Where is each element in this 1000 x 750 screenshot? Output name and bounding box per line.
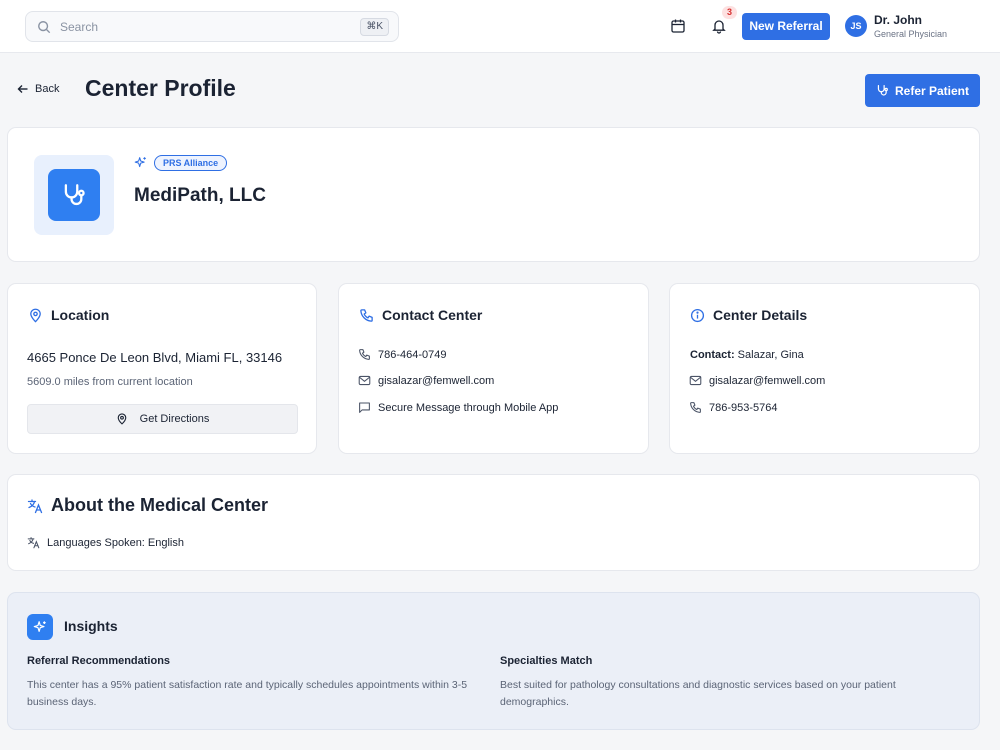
secure-message-text: Secure Message through Mobile App bbox=[378, 401, 559, 414]
about-title: About the Medical Center bbox=[51, 495, 269, 515]
secure-message-row[interactable]: Secure Message through Mobile App bbox=[358, 401, 558, 414]
calendar-icon[interactable] bbox=[670, 18, 686, 34]
mail-icon bbox=[358, 375, 371, 386]
map-pin-icon bbox=[117, 413, 126, 425]
search-icon bbox=[38, 21, 51, 34]
referral-recommendations-title: Referral Recommendations bbox=[27, 655, 171, 667]
search-placeholder: Search bbox=[60, 20, 99, 34]
avatar[interactable]: JS bbox=[845, 15, 867, 37]
specialties-match-text: Best suited for pathology consultations … bbox=[500, 679, 896, 708]
profile-card: PRS Alliance MediPath, LLC bbox=[7, 127, 980, 262]
details-email-row[interactable]: gisalazar@femwell.com bbox=[689, 374, 825, 387]
arrow-left-icon bbox=[17, 85, 28, 93]
get-directions-button[interactable]: Get Directions bbox=[27, 404, 298, 434]
insights-title: Insights bbox=[64, 618, 118, 634]
alliance-badge: PRS Alliance bbox=[154, 155, 228, 171]
back-button[interactable]: Back bbox=[17, 83, 59, 95]
refer-patient-label: Refer Patient bbox=[894, 83, 970, 98]
contact-heading: Contact Center bbox=[359, 307, 482, 323]
sparkles-icon bbox=[134, 157, 146, 168]
phone-icon bbox=[690, 402, 701, 413]
insights-badge bbox=[27, 614, 53, 640]
contact-card: Contact Center 786-464-0749 gisalazar@fe… bbox=[338, 283, 649, 454]
new-referral-button[interactable]: New Referral bbox=[742, 13, 830, 40]
info-icon bbox=[690, 308, 705, 322]
location-title: Location bbox=[51, 307, 110, 323]
bell-icon[interactable] bbox=[711, 18, 727, 34]
top-bar: Search ⌘K 3 New Referral JS Dr. John Gen… bbox=[0, 0, 1000, 53]
phone-icon bbox=[359, 349, 370, 360]
user-name: Dr. John bbox=[874, 13, 923, 27]
languages-text: Languages Spoken: English bbox=[47, 536, 184, 549]
stethoscope-icon bbox=[877, 85, 888, 96]
map-pin-icon bbox=[30, 308, 41, 322]
languages-icon bbox=[27, 537, 40, 549]
sparkles-icon bbox=[33, 621, 46, 632]
phone-icon bbox=[360, 308, 373, 322]
center-logo-badge bbox=[48, 169, 100, 221]
contact-label: Contact: bbox=[690, 349, 735, 361]
details-title: Center Details bbox=[713, 307, 808, 323]
contact-title: Contact Center bbox=[382, 307, 483, 323]
mail-icon bbox=[689, 375, 702, 386]
distance-text: 5609.0 miles from current location bbox=[27, 376, 193, 388]
about-heading: About the Medical Center bbox=[27, 495, 268, 516]
get-directions-label: Get Directions bbox=[139, 413, 210, 425]
center-logo bbox=[34, 155, 114, 235]
contact-email: gisalazar@femwell.com bbox=[378, 374, 495, 387]
referral-recommendations-text: This center has a 95% patient satisfacti… bbox=[27, 679, 468, 708]
about-card: About the Medical Center Languages Spoke… bbox=[7, 474, 980, 571]
stethoscope-icon bbox=[64, 184, 85, 206]
contact-person-name: Salazar, Gina bbox=[737, 349, 804, 361]
page-title: Center Profile bbox=[85, 75, 236, 101]
details-phone: 786-953-5764 bbox=[709, 401, 778, 414]
details-email: gisalazar@femwell.com bbox=[709, 374, 826, 387]
user-role: General Physician bbox=[874, 29, 948, 39]
insights-panel: Insights Referral Recommendations This c… bbox=[7, 592, 980, 730]
contact-person: Contact: Salazar, Gina bbox=[690, 349, 804, 361]
location-heading: Location bbox=[28, 307, 109, 323]
message-icon bbox=[359, 402, 370, 413]
center-details-card: Center Details Contact: Salazar, Gina gi… bbox=[669, 283, 980, 454]
notification-count-badge: 3 bbox=[722, 6, 737, 19]
languages-icon bbox=[27, 498, 43, 513]
shortcut-badge: ⌘K bbox=[360, 18, 389, 36]
details-phone-row[interactable]: 786-953-5764 bbox=[689, 401, 778, 414]
refer-patient-button[interactable]: Refer Patient bbox=[865, 74, 980, 107]
center-address: 4665 Ponce De Leon Blvd, Miami FL, 33146 bbox=[27, 350, 283, 365]
location-card: Location 4665 Ponce De Leon Blvd, Miami … bbox=[7, 283, 317, 454]
specialties-match-title: Specialties Match bbox=[500, 655, 593, 667]
contact-phone: 786-464-0749 bbox=[378, 348, 447, 361]
contact-email-row[interactable]: gisalazar@femwell.com bbox=[358, 374, 494, 387]
details-heading: Center Details bbox=[690, 307, 807, 323]
contact-phone-row[interactable]: 786-464-0749 bbox=[358, 348, 447, 361]
search-input[interactable]: Search ⌘K bbox=[25, 11, 399, 42]
back-label: Back bbox=[35, 83, 60, 95]
languages-row: Languages Spoken: English bbox=[27, 536, 184, 549]
center-name: MediPath, LLC bbox=[134, 185, 266, 206]
